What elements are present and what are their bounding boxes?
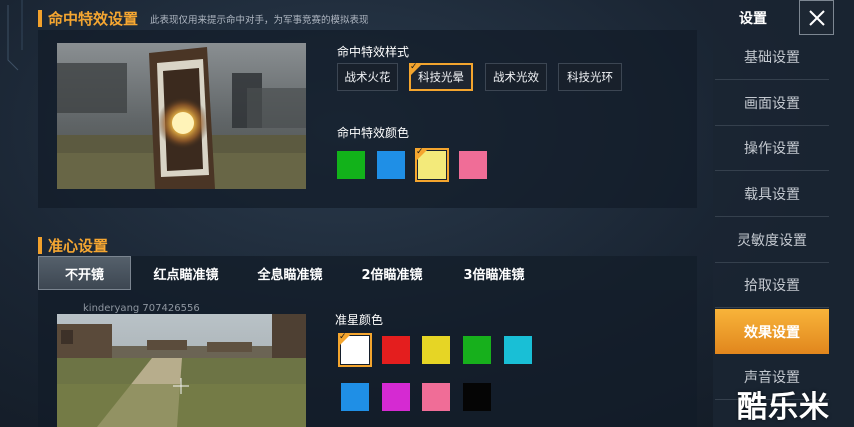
hit-effect-header: 命中特效设置 此表现仅用来提示命中对手，为军事竞赛的模拟表现 <box>38 8 369 29</box>
hit-effect-title: 命中特效设置 <box>48 10 139 28</box>
tab-label: 红点瞄准镜 <box>153 267 219 283</box>
crosshair-color-swatch-magenta[interactable] <box>382 383 410 411</box>
hit-color-swatch-pink[interactable] <box>459 151 487 179</box>
selected-check-icon <box>409 62 423 77</box>
close-button[interactable] <box>799 0 834 35</box>
hit-style-option-label: 科技光晕 <box>418 70 464 84</box>
selected-check-icon <box>338 332 352 347</box>
tab-holographic[interactable]: 全息瞄准镜 <box>242 256 338 290</box>
hit-style-option-2[interactable]: 科技光晕 <box>409 62 473 91</box>
sidebar-item-pickup[interactable]: 拾取设置 <box>715 263 829 308</box>
crosshair-header: 准心设置 <box>38 235 108 256</box>
hit-color-swatch-green[interactable] <box>337 151 365 179</box>
sidebar-item-controls[interactable]: 操作设置 <box>715 126 829 171</box>
crosshair-color-swatch-pink[interactable] <box>422 383 450 411</box>
crosshair-title: 准心设置 <box>48 237 109 255</box>
settings-title: 设置 <box>739 11 767 27</box>
crosshair-color-label: 准星颜色 <box>335 313 384 327</box>
tab-3x-scope[interactable]: 3倍瞄准镜 <box>450 256 538 290</box>
hit-style-label: 命中特效样式 <box>337 45 410 59</box>
crosshair-color-swatch-red[interactable] <box>382 336 410 364</box>
tab-label: 3倍瞄准镜 <box>463 267 525 283</box>
section-accent-bar <box>38 10 42 27</box>
hit-style-option-label: 科技光环 <box>567 70 613 84</box>
tab-label: 不开镜 <box>64 267 104 283</box>
hit-style-option-3[interactable]: 战术光效 <box>485 63 547 91</box>
close-icon <box>808 9 825 26</box>
site-watermark-logo: 酷乐米 <box>737 390 830 425</box>
section-accent-bar <box>38 237 42 254</box>
player-id-watermark: kinderyang 707426556 <box>83 303 200 314</box>
hit-style-option-label: 战术火花 <box>344 70 391 84</box>
sidebar-item-effects[interactable]: 效果设置 <box>715 309 829 354</box>
crosshair-color-swatch-yellow[interactable] <box>422 336 450 364</box>
sidebar-item-label: 画面设置 <box>744 96 800 112</box>
tab-label: 全息瞄准镜 <box>257 267 323 283</box>
hit-effect-preview-image <box>57 43 306 189</box>
tab-no-scope[interactable]: 不开镜 <box>38 256 131 290</box>
crosshair-color-swatch-blue[interactable] <box>341 383 369 411</box>
tab-2x-scope[interactable]: 2倍瞄准镜 <box>348 256 436 290</box>
sidebar-item-vehicle[interactable]: 载具设置 <box>715 172 829 217</box>
crosshair-color-swatch-white[interactable] <box>338 332 372 367</box>
hit-style-option-label: 战术光效 <box>493 70 539 84</box>
sidebar-item-graphics[interactable]: 画面设置 <box>715 81 829 126</box>
scope-tabbar: 不开镜 红点瞄准镜 全息瞄准镜 2倍瞄准镜 3倍瞄准镜 <box>38 256 697 290</box>
sidebar-item-basic[interactable]: 基础设置 <box>715 35 829 80</box>
sidebar-item-label: 操作设置 <box>744 141 800 157</box>
selected-check-icon <box>415 147 429 162</box>
crosshair-color-swatch-green[interactable] <box>463 336 491 364</box>
sidebar-item-label: 效果设置 <box>744 324 800 341</box>
tab-red-dot[interactable]: 红点瞄准镜 <box>138 256 234 290</box>
hit-color-swatch-blue[interactable] <box>377 151 405 179</box>
sidebar-item-label: 灵敏度设置 <box>737 233 807 249</box>
crosshair-color-swatch-black[interactable] <box>463 383 491 411</box>
sidebar-item-label: 基础设置 <box>744 50 800 66</box>
hit-color-swatch-yellow[interactable] <box>415 147 449 182</box>
sidebar-item-label: 拾取设置 <box>744 278 800 294</box>
crosshair-color-swatch-cyan[interactable] <box>504 336 532 364</box>
tab-label: 2倍瞄准镜 <box>361 267 423 283</box>
crosshair-preview-image <box>57 314 306 427</box>
hit-style-option-4[interactable]: 科技光环 <box>558 63 622 91</box>
hit-style-option-1[interactable]: 战术火花 <box>337 63 398 91</box>
sidebar-item-label: 载具设置 <box>744 187 800 203</box>
sidebar-item-sensitivity[interactable]: 灵敏度设置 <box>715 218 829 263</box>
hit-color-label: 命中特效颜色 <box>337 126 410 140</box>
hit-effect-subtitle: 此表现仅用来提示命中对手，为军事竞赛的模拟表现 <box>150 14 369 26</box>
